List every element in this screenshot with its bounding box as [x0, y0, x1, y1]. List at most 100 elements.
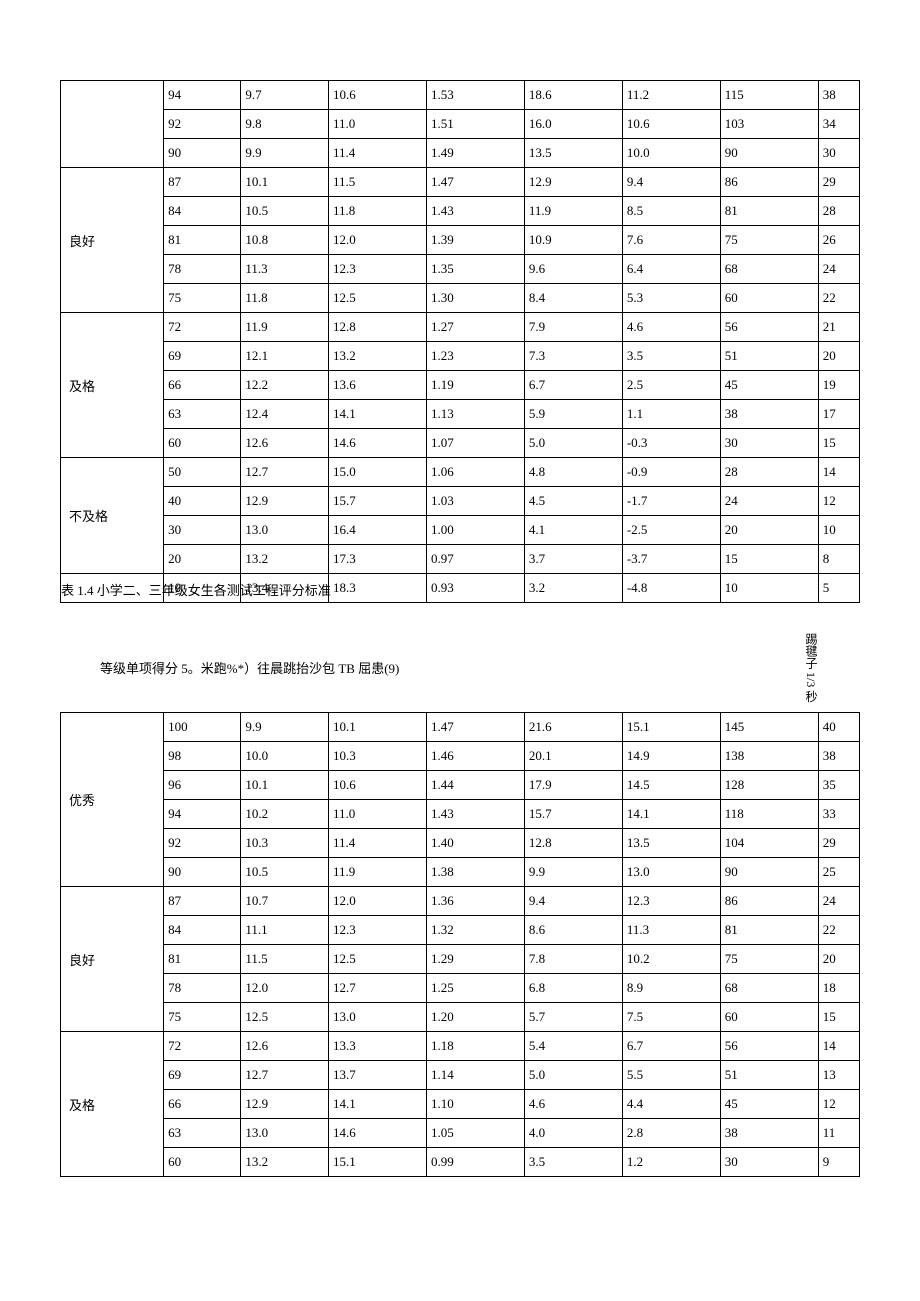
data-cell: 7.8: [524, 945, 622, 974]
data-cell: 8.5: [622, 197, 720, 226]
data-cell: 72: [164, 1032, 241, 1061]
data-cell: 45: [720, 371, 818, 400]
data-cell: 15.7: [524, 800, 622, 829]
data-cell: 10.6: [622, 110, 720, 139]
data-cell: 11.4: [329, 139, 427, 168]
table-row: 及格7211.912.81.277.94.65621: [61, 313, 860, 342]
data-cell: 8.4: [524, 284, 622, 313]
data-cell: 30: [818, 139, 859, 168]
data-cell: 1.51: [426, 110, 524, 139]
data-cell: 1.44: [426, 771, 524, 800]
table-row: 6612.914.11.104.64.44512: [61, 1090, 860, 1119]
data-cell: 56: [720, 1032, 818, 1061]
data-cell: 63: [164, 1119, 241, 1148]
data-cell: -4.8: [622, 574, 720, 603]
data-cell: 26: [818, 226, 859, 255]
data-cell: 13.7: [329, 1061, 427, 1090]
data-cell: 38: [818, 81, 859, 110]
table-row: 929.811.01.5116.010.610334: [61, 110, 860, 139]
data-cell: 29: [818, 168, 859, 197]
data-cell: 38: [720, 400, 818, 429]
data-cell: 11.2: [622, 81, 720, 110]
data-cell: 1.07: [426, 429, 524, 458]
fitness-table-1: 949.710.61.5318.611.211538929.811.01.511…: [60, 80, 860, 603]
data-cell: 24: [818, 255, 859, 284]
data-cell: 4.4: [622, 1090, 720, 1119]
data-cell: 9.7: [241, 81, 329, 110]
data-cell: 14.6: [329, 1119, 427, 1148]
data-cell: 1.23: [426, 342, 524, 371]
data-cell: 12.9: [241, 1090, 329, 1119]
data-cell: 9.8: [241, 110, 329, 139]
data-cell: 11.5: [329, 168, 427, 197]
data-cell: 5: [818, 574, 859, 603]
data-cell: 13: [818, 1061, 859, 1090]
data-cell: 66: [164, 371, 241, 400]
data-cell: 15.1: [329, 1148, 427, 1177]
table-row: 优秀1009.910.11.4721.615.114540: [61, 713, 860, 742]
data-cell: 1.06: [426, 458, 524, 487]
data-cell: 10.3: [241, 829, 329, 858]
data-cell: 51: [720, 342, 818, 371]
data-cell: 11.0: [329, 110, 427, 139]
data-cell: 13.2: [329, 342, 427, 371]
data-cell: 14.5: [622, 771, 720, 800]
data-cell: 12.1: [241, 342, 329, 371]
grade-cell: 不及格: [61, 458, 164, 574]
data-cell: 16.0: [524, 110, 622, 139]
table-row: 9610.110.61.4417.914.512835: [61, 771, 860, 800]
table-row: 7812.012.71.256.88.96818: [61, 974, 860, 1003]
data-cell: 1.03: [426, 487, 524, 516]
data-cell: 10.9: [524, 226, 622, 255]
data-cell: 51: [720, 1061, 818, 1090]
table-row: 9810.010.31.4620.114.913838: [61, 742, 860, 771]
data-cell: 86: [720, 887, 818, 916]
data-cell: 1.47: [426, 713, 524, 742]
data-cell: 28: [720, 458, 818, 487]
data-cell: 2.8: [622, 1119, 720, 1148]
data-cell: 10.7: [241, 887, 329, 916]
data-cell: 15.0: [329, 458, 427, 487]
data-cell: 11.8: [329, 197, 427, 226]
data-cell: 1.36: [426, 887, 524, 916]
data-cell: -1.7: [622, 487, 720, 516]
data-cell: 12: [818, 487, 859, 516]
data-cell: 13.0: [241, 1119, 329, 1148]
data-cell: 1.05: [426, 1119, 524, 1148]
data-cell: 15.7: [329, 487, 427, 516]
data-cell: 40: [818, 713, 859, 742]
data-cell: 78: [164, 255, 241, 284]
data-cell: 1.10: [426, 1090, 524, 1119]
data-cell: 10.1: [329, 713, 427, 742]
table-row: 8411.112.31.328.611.38122: [61, 916, 860, 945]
data-cell: 1.30: [426, 284, 524, 313]
data-cell: 10.2: [241, 800, 329, 829]
table-row: 6612.213.61.196.72.54519: [61, 371, 860, 400]
data-cell: 14.6: [329, 429, 427, 458]
data-cell: 13.6: [329, 371, 427, 400]
data-cell: 69: [164, 342, 241, 371]
data-cell: 11.9: [524, 197, 622, 226]
data-cell: 145: [720, 713, 818, 742]
data-cell: 68: [720, 255, 818, 284]
table-row: 9010.511.91.389.913.09025: [61, 858, 860, 887]
data-cell: 10.6: [329, 81, 427, 110]
data-cell: 81: [720, 197, 818, 226]
data-cell: 92: [164, 110, 241, 139]
data-cell: 87: [164, 887, 241, 916]
data-cell: 1.25: [426, 974, 524, 1003]
table-row: 6912.713.71.145.05.55113: [61, 1061, 860, 1090]
data-cell: 5.9: [524, 400, 622, 429]
data-cell: 10.2: [622, 945, 720, 974]
table-row: 3013.016.41.004.1-2.52010: [61, 516, 860, 545]
data-cell: 40: [164, 487, 241, 516]
data-cell: 98: [164, 742, 241, 771]
data-cell: 8.9: [622, 974, 720, 1003]
table-row: 7512.513.01.205.77.56015: [61, 1003, 860, 1032]
data-cell: 68: [720, 974, 818, 1003]
data-cell: 21.6: [524, 713, 622, 742]
data-cell: 11.1: [241, 916, 329, 945]
data-cell: 15: [720, 545, 818, 574]
data-cell: 12.7: [329, 974, 427, 1003]
data-cell: 28: [818, 197, 859, 226]
